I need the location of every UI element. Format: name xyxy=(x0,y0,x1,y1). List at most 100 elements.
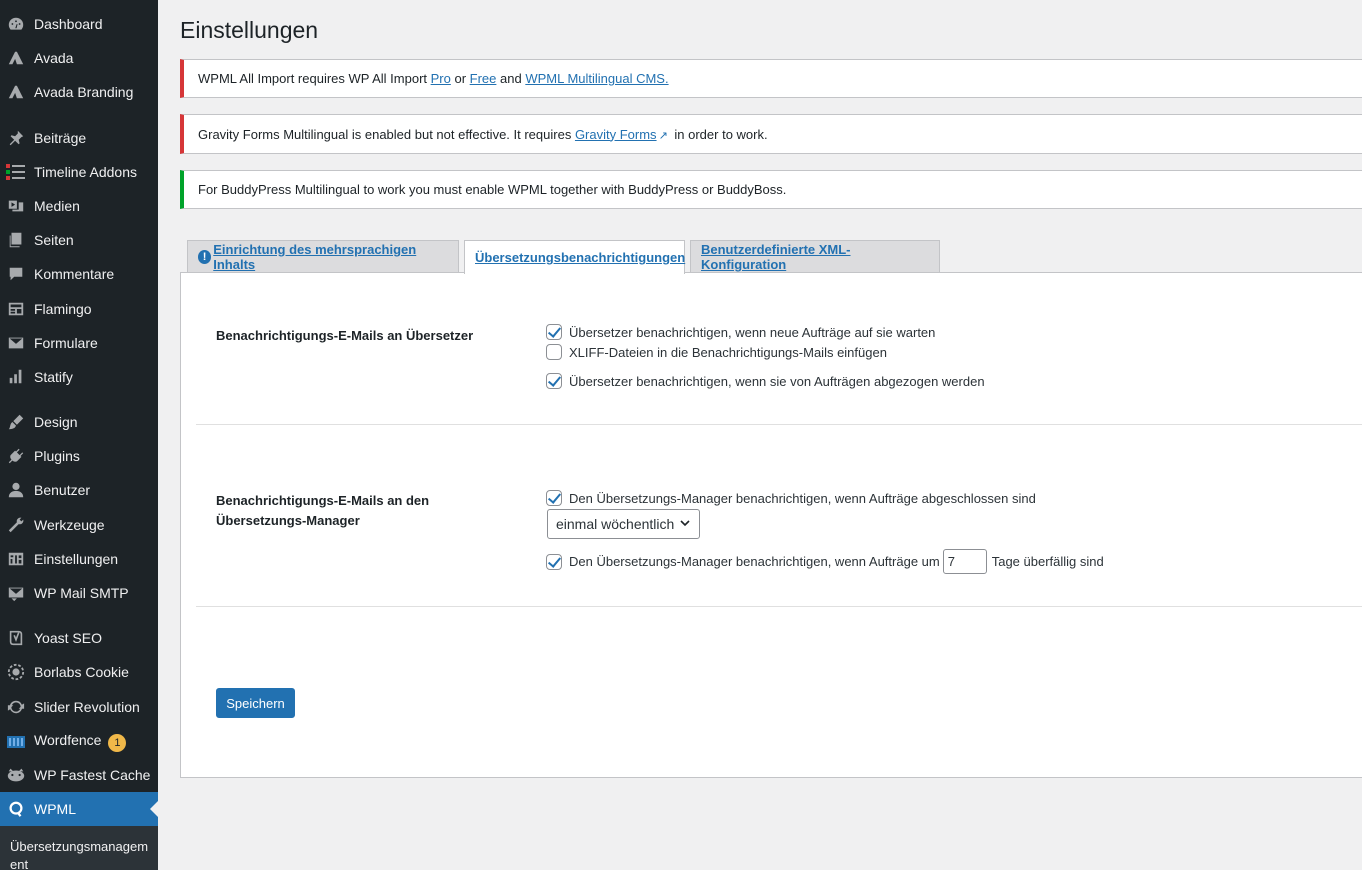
sidebar-item-timeline-addons[interactable]: Timeline Addons xyxy=(0,155,158,189)
tab-xml-konfiguration-label[interactable]: Benutzerdefinierte XML-Konfiguration xyxy=(701,242,929,272)
sidebar-item-plugins[interactable]: Plugins xyxy=(0,439,158,473)
sidebar-item-avada-branding[interactable]: Avada Branding xyxy=(0,75,158,109)
sidebar-item-werkzeuge[interactable]: Werkzeuge xyxy=(0,508,158,542)
sidebar-item-label: Seiten xyxy=(34,232,74,248)
frequency-select[interactable]: einmal wöchentlich xyxy=(547,509,700,539)
frequency-select-value: einmal wöchentlich xyxy=(556,516,675,532)
avada-branding-icon xyxy=(6,82,26,102)
info-notice-buddypress: For BuddyPress Multilingual to work you … xyxy=(180,170,1362,209)
option-label: Den Übersetzungs-Manager benachrichtigen… xyxy=(569,490,1036,506)
pin-icon xyxy=(6,128,26,148)
sidebar-item-label: Design xyxy=(34,414,78,430)
tab-einrichtung-label[interactable]: Einrichtung des mehrsprachigen Inhalts xyxy=(213,242,448,272)
sidebar-item-wp-fastest-cache[interactable]: WP Fastest Cache xyxy=(0,758,158,792)
notice-text-part: and xyxy=(496,71,526,86)
sidebar-item-kommentare[interactable]: Kommentare xyxy=(0,257,158,291)
sidebar-item-medien[interactable]: Medien xyxy=(0,189,158,223)
smtp-icon xyxy=(6,583,26,603)
option-label: Tage überfällig sind xyxy=(991,554,1104,569)
sidebar-item-label: Avada xyxy=(34,50,74,66)
sidebar-item-label: Medien xyxy=(34,198,80,214)
sidebar-item-wp-mail-smtp[interactable]: WP Mail SMTP xyxy=(0,576,158,610)
sidebar-item-label: Einstellungen xyxy=(34,551,119,567)
sidebar-item-label: Dashboard xyxy=(34,16,103,32)
notice-text-part: WPML All Import requires WP All Import xyxy=(198,71,431,86)
divider xyxy=(196,606,1362,607)
mail-icon xyxy=(6,333,26,353)
option-notify-removed[interactable]: Übersetzer benachrichtigen, wenn sie von… xyxy=(546,373,985,389)
checkbox-notify-manager-complete[interactable] xyxy=(546,490,562,506)
cookie-icon xyxy=(6,662,26,682)
checkbox-notify-manager-overdue[interactable] xyxy=(546,553,562,570)
sidebar-item-yoast-seo[interactable]: Yoast SEO xyxy=(0,621,158,655)
option-label: Übersetzer benachrichtigen, wenn sie von… xyxy=(569,373,985,389)
sidebar-item-avada[interactable]: Avada xyxy=(0,41,158,75)
sidebar-item-label: WPML xyxy=(34,801,76,817)
page-title: Einstellungen xyxy=(180,17,319,43)
sidebar-item-dashboard[interactable]: Dashboard xyxy=(0,7,158,41)
sidebar-item-label: Beiträge xyxy=(34,130,87,146)
notice-text: For BuddyPress Multilingual to work you … xyxy=(198,182,787,197)
admin-sidebar: Dashboard Avada Avada Branding Beiträge … xyxy=(0,0,158,870)
wpml-submenu: Übersetzungsmanagement xyxy=(0,826,158,870)
refresh-icon xyxy=(6,697,26,717)
tab-xml-konfiguration[interactable]: Benutzerdefinierte XML-Konfiguration xyxy=(690,240,940,273)
option-xliff-attach[interactable]: XLIFF-Dateien in die Benachrichtigungs-M… xyxy=(546,344,887,360)
checkbox-notify-new-jobs[interactable] xyxy=(546,324,562,340)
option-notify-manager-complete[interactable]: Den Übersetzungs-Manager benachrichtigen… xyxy=(546,490,1036,506)
checkbox-notify-removed[interactable] xyxy=(546,373,562,389)
submenu-item-uebersetzungsmanagement[interactable]: Übersetzungsmanagement xyxy=(10,838,150,870)
sidebar-item-benutzer[interactable]: Benutzer xyxy=(0,473,158,507)
tab-uebersetzungsbenachrichtigungen-label[interactable]: Übersetzungsbenachrichtigungen xyxy=(475,250,685,265)
sidebar-item-label: WP Mail SMTP xyxy=(34,585,129,601)
link-pro[interactable]: Pro xyxy=(431,71,451,86)
sidebar-item-seiten[interactable]: Seiten xyxy=(0,223,158,257)
timeline-icon xyxy=(6,162,26,182)
tab-uebersetzungsbenachrichtigungen[interactable]: Übersetzungsbenachrichtigungen xyxy=(464,240,685,274)
sidebar-item-beitraege[interactable]: Beiträge xyxy=(0,121,158,155)
sidebar-item-slider-revolution[interactable]: Slider Revolution xyxy=(0,690,158,724)
comment-icon xyxy=(6,264,26,284)
sidebar-item-label: Yoast SEO xyxy=(34,630,102,646)
sidebar-item-label: Wordfence xyxy=(34,731,102,748)
bar-chart-icon xyxy=(6,367,26,387)
option-label: Übersetzer benachrichtigen, wenn neue Au… xyxy=(569,324,936,340)
yoast-icon xyxy=(6,628,26,648)
link-wpml-multilingual-cms[interactable]: WPML Multilingual CMS. xyxy=(525,71,668,86)
avada-icon xyxy=(6,48,26,68)
checkbox-xliff-attach[interactable] xyxy=(546,344,562,360)
external-link-icon: ↗ xyxy=(658,129,668,142)
link-gravity-forms[interactable]: Gravity Forms xyxy=(575,127,657,142)
sidebar-item-flamingo[interactable]: Flamingo xyxy=(0,292,158,326)
sidebar-item-label: Flamingo xyxy=(34,301,92,317)
option-label: XLIFF-Dateien in die Benachrichtigungs-M… xyxy=(569,344,887,360)
section-manager-emails-label: Benachrichtigungs-E-Mails an den Überset… xyxy=(216,493,430,528)
sidebar-item-formulare[interactable]: Formulare xyxy=(0,326,158,360)
sidebar-item-wordfence[interactable]: Wordfence 1 xyxy=(0,724,158,758)
wordfence-icon xyxy=(6,731,26,751)
overdue-days-input[interactable]: 7 xyxy=(942,549,987,574)
option-notify-manager-overdue: Den Übersetzungs-Manager benachrichtigen… xyxy=(546,549,1104,574)
tab-einrichtung[interactable]: ! Einrichtung des mehrsprachigen Inhalts xyxy=(187,240,459,273)
sidebar-item-label: WP Fastest Cache xyxy=(34,767,151,783)
section-translator-emails-label: Benachrichtigungs-E-Mails an Übersetzer xyxy=(216,328,474,343)
option-notify-new-jobs[interactable]: Übersetzer benachrichtigen, wenn neue Au… xyxy=(546,324,935,340)
sidebar-item-label: Timeline Addons xyxy=(34,164,137,180)
brush-icon xyxy=(6,412,26,432)
divider xyxy=(196,424,1362,425)
sidebar-item-borlabs-cookie[interactable]: Borlabs Cookie xyxy=(0,655,158,689)
sidebar-item-label: Slider Revolution xyxy=(34,699,140,715)
settings-icon xyxy=(6,549,26,569)
notice-text-part: Gravity Forms Multilingual is enabled bu… xyxy=(198,126,575,142)
sidebar-item-label: Kommentare xyxy=(34,266,115,282)
link-free[interactable]: Free xyxy=(470,71,497,86)
sidebar-item-wpml[interactable]: WPML xyxy=(0,792,158,826)
save-button[interactable]: Speichern xyxy=(216,688,295,718)
sidebar-item-label: Benutzer xyxy=(34,482,91,498)
error-notice-gravity-forms: Gravity Forms Multilingual is enabled bu… xyxy=(180,114,1362,154)
sidebar-item-design[interactable]: Design xyxy=(0,405,158,439)
sidebar-item-statify[interactable]: Statify xyxy=(0,360,158,394)
sidebar-item-einstellungen[interactable]: Einstellungen xyxy=(0,542,158,576)
sidebar-item-label: Werkzeuge xyxy=(34,517,105,533)
settings-panel: Benachrichtigungs-E-Mails an Übersetzer … xyxy=(180,272,1362,778)
